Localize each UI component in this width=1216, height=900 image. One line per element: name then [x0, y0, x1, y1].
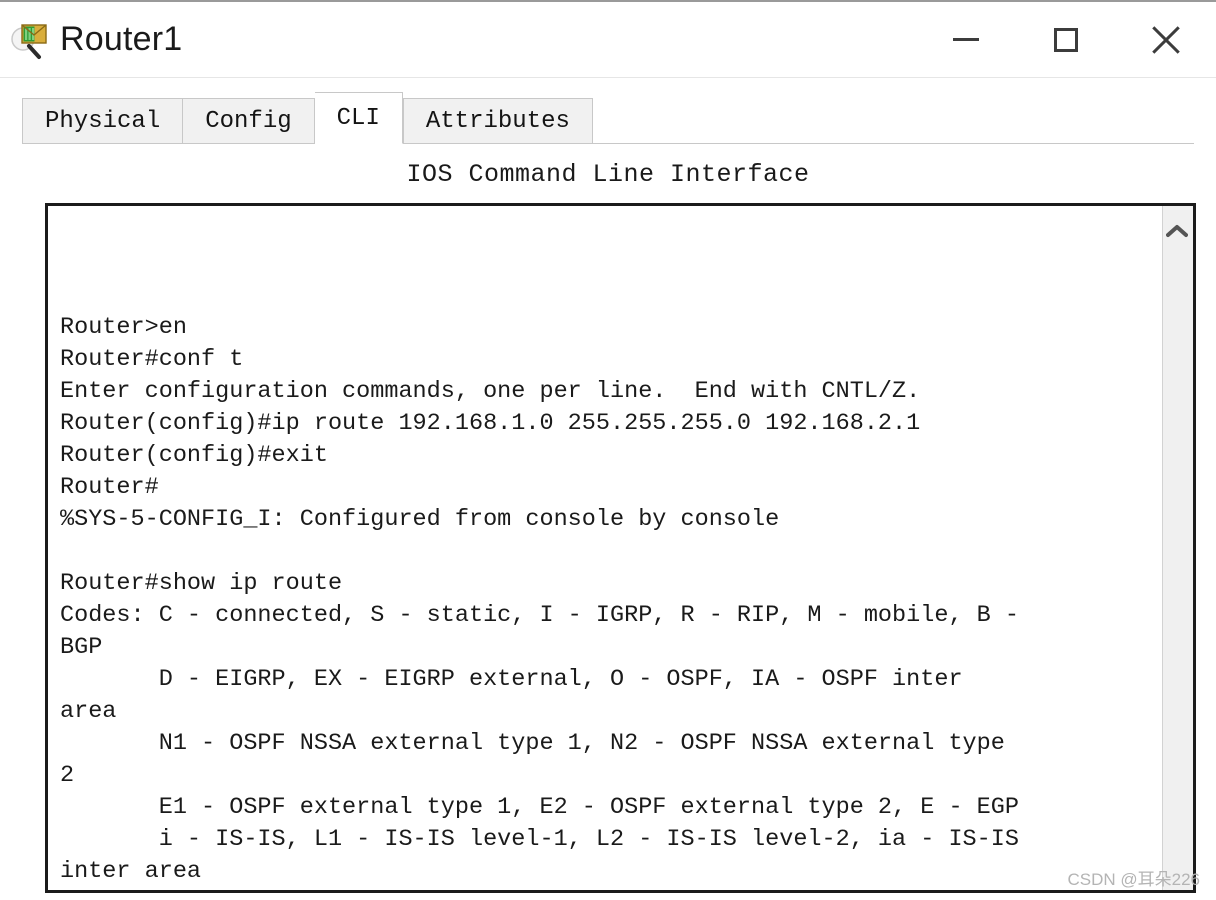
- cli-line: i - IS-IS, L1 - IS-IS level-1, L2 - IS-I…: [60, 826, 1019, 853]
- cli-line: [60, 280, 1162, 312]
- cli-line: BGP: [60, 634, 103, 661]
- router-cli-window: Router1 Physical Config CLI Attributes IOS …: [0, 0, 1216, 900]
- window-title: Router1: [60, 20, 183, 58]
- cli-scrollbar[interactable]: [1162, 206, 1196, 890]
- close-icon: [1151, 25, 1181, 55]
- cli-line: Router>en: [60, 314, 187, 341]
- tab-label: Physical: [45, 107, 161, 135]
- router-inspect-icon: [8, 19, 50, 61]
- maximize-button[interactable]: [1016, 2, 1116, 78]
- cli-line: E1 - OSPF external type 1, E2 - OSPF ext…: [60, 794, 1019, 821]
- window-controls: [916, 2, 1216, 77]
- cli-line: inter area: [60, 858, 202, 885]
- cli-line: [60, 536, 1162, 568]
- cli-terminal-panel: Router>en Router#conf t Enter configuratio…: [45, 203, 1196, 893]
- cli-line: D - EIGRP, EX - EIGRP external, O - OSPF…: [60, 666, 963, 693]
- window-titlebar: Router1: [0, 2, 1216, 78]
- cli-line: Router#: [60, 474, 159, 501]
- cli-line: Router(config)#exit: [60, 442, 328, 469]
- cli-line: Router#conf t: [60, 346, 244, 373]
- maximize-icon: [1054, 27, 1078, 52]
- cli-header-title: IOS Command Line Interface: [406, 160, 810, 189]
- cli-line: [60, 248, 1162, 280]
- cli-line: Enter configuration commands, one per li…: [60, 378, 921, 405]
- cli-line: N1 - OSPF NSSA external type 1, N2 - OSP…: [60, 730, 1005, 757]
- tab-physical[interactable]: Physical: [22, 98, 184, 144]
- tab-cli[interactable]: CLI: [314, 92, 403, 144]
- cli-line: 2: [60, 762, 75, 789]
- close-button[interactable]: [1116, 2, 1216, 78]
- tab-label: Attributes: [425, 107, 570, 135]
- tab-bar: Physical Config CLI Attributes: [0, 92, 1216, 144]
- cli-line: Router(config)#ip route 192.168.1.0 255.…: [60, 410, 921, 437]
- cli-line: Codes: C - connected, S - static, I - IG…: [60, 602, 1019, 629]
- cli-line: %SYS-5-CONFIG_I: Configured from console…: [60, 506, 780, 533]
- cli-line: Router#show ip route: [60, 570, 343, 597]
- cli-line: area: [60, 698, 117, 725]
- minimize-icon: [953, 38, 979, 41]
- cli-output[interactable]: Router>en Router#conf t Enter configuratio…: [48, 206, 1162, 890]
- tab-config[interactable]: Config: [183, 98, 315, 144]
- tab-attributes[interactable]: Attributes: [402, 98, 593, 144]
- minimize-button[interactable]: [916, 2, 1016, 78]
- tab-label: CLI: [336, 104, 380, 132]
- chevron-up-icon: [1165, 225, 1188, 237]
- scroll-up-button[interactable]: [1163, 216, 1190, 246]
- tab-label: Config: [205, 107, 292, 135]
- cli-line: * - candidate default, U - per-user stat…: [60, 888, 1162, 890]
